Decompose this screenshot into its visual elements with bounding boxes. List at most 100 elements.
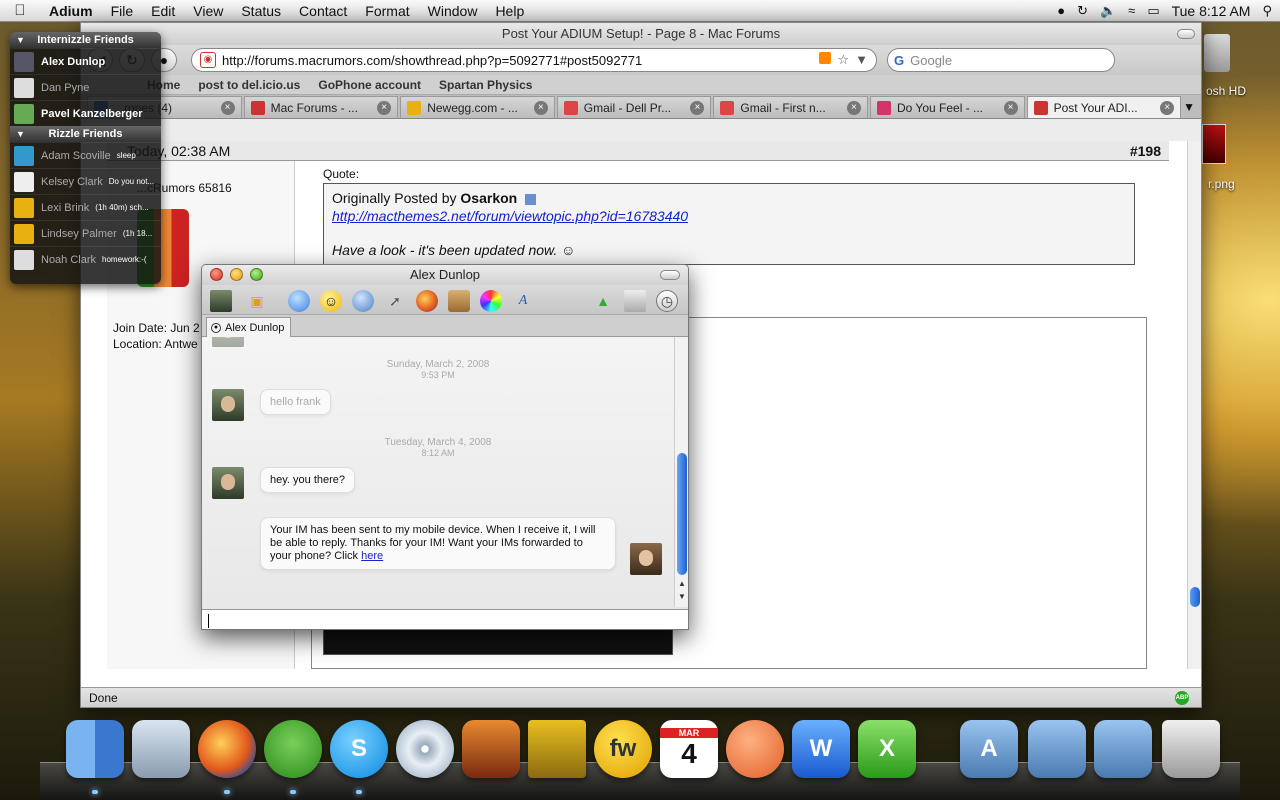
wifi-icon[interactable]: ≈ (1128, 3, 1135, 18)
forklift-icon[interactable] (528, 720, 586, 778)
zoom-button[interactable] (250, 268, 263, 281)
contact-row[interactable]: Lexi Brink (1h 40m) sch... (10, 194, 161, 220)
browser-tab[interactable]: Mac Forums - ... × (243, 96, 399, 118)
tab-close-icon[interactable]: × (846, 100, 861, 115)
menu-edit[interactable]: Edit (142, 3, 184, 19)
send-file-icon[interactable]: ➚ (384, 290, 406, 312)
lock-icon[interactable]: ▣ (246, 290, 268, 312)
downloads-folder-icon[interactable] (1094, 720, 1152, 778)
documents-folder-icon[interactable] (1028, 720, 1086, 778)
menu-clock[interactable]: Tue 8:12 AM (1172, 3, 1251, 19)
emoticon-icon[interactable]: ☺ (320, 290, 342, 312)
post-number[interactable]: #198 (1130, 141, 1161, 161)
volume-icon[interactable]: 🔈 (1100, 3, 1116, 19)
page-scrollbar[interactable] (1187, 141, 1201, 669)
bookmark-delicious[interactable]: post to del.icio.us (198, 78, 300, 92)
finder-icon[interactable] (66, 720, 124, 778)
contact-row[interactable]: Pavel Kanzelberger (10, 100, 161, 126)
firefox-link-icon[interactable] (416, 290, 438, 312)
menu-status[interactable]: Status (232, 3, 290, 19)
menu-view[interactable]: View (184, 3, 232, 19)
scroll-down-arrow-icon[interactable]: ▼ (678, 592, 686, 601)
get-info-icon[interactable] (624, 290, 646, 312)
menu-file[interactable]: File (102, 3, 143, 19)
contact-group-header[interactable]: ▼ Rizzle Friends (10, 126, 161, 142)
history-clock-icon[interactable]: ◷ (656, 290, 678, 312)
block-icon[interactable] (352, 290, 374, 312)
browser-tab[interactable]: Gmail - First n... × (713, 96, 868, 118)
iphoto-icon[interactable] (462, 720, 520, 778)
disclosure-triangle-icon[interactable]: ▼ (16, 126, 25, 142)
tab-close-icon[interactable]: × (220, 100, 235, 115)
color-picker-icon[interactable] (480, 290, 502, 312)
upload-icon[interactable]: ▲ (592, 290, 614, 312)
adblock-icon[interactable]: ABP (1175, 691, 1189, 705)
tab-close-icon[interactable]: × (1160, 100, 1175, 115)
chat-scroll-thumb[interactable] (677, 453, 687, 575)
google-icon[interactable]: G (894, 53, 904, 68)
excel-icon[interactable]: X (858, 720, 916, 778)
itunes-icon[interactable] (396, 720, 454, 778)
contact-photo-icon[interactable] (210, 290, 232, 312)
hard-drive-icon[interactable] (1204, 34, 1230, 72)
word-icon[interactable]: W (792, 720, 850, 778)
skype-icon[interactable]: S (330, 720, 388, 778)
chat-transcript[interactable]: Sunday, March 2, 2008 9:53 PM hello fran… (202, 337, 674, 607)
apple-icon[interactable]:  (0, 2, 40, 19)
contact-row[interactable]: Kelsey Clark Do you not... (10, 168, 161, 194)
url-dropdown-icon[interactable]: ▼ (855, 52, 868, 68)
quote-link[interactable]: http://macthemes2.net/forum/viewtopic.ph… (332, 208, 1126, 224)
disclosure-triangle-icon[interactable]: ▼ (16, 32, 25, 48)
contact-group-header[interactable]: ▼ Internizzle Friends (10, 32, 161, 48)
contact-row[interactable]: Adam Scoville sleep (10, 142, 161, 168)
image-file-icon[interactable] (1202, 124, 1226, 164)
contact-row[interactable]: Lindsey Palmer (1h 18... (10, 220, 161, 246)
fireworks-icon[interactable]: fw (594, 720, 652, 778)
browser-tab[interactable]: Post Your ADI... × (1026, 96, 1182, 118)
message-icon[interactable] (288, 290, 310, 312)
piggy-bank-icon[interactable] (726, 720, 784, 778)
firefox-icon[interactable] (198, 720, 256, 778)
toolbar-toggle-button[interactable] (1177, 29, 1195, 39)
battery-icon[interactable]: ▭ (1147, 3, 1159, 19)
menu-help[interactable]: Help (486, 3, 533, 19)
search-bar[interactable]: G Google (887, 48, 1115, 72)
address-book-icon[interactable] (448, 290, 470, 312)
close-button[interactable] (210, 268, 223, 281)
browser-tab[interactable]: Do You Feel - ... × (869, 96, 1025, 118)
chat-tab-alex-dunlop[interactable]: ● Alex Dunlop (206, 317, 292, 337)
tab-close-icon[interactable]: × (533, 100, 548, 115)
contact-row[interactable]: Dan Pyne (10, 74, 161, 100)
trash-icon[interactable] (1162, 720, 1220, 778)
adium-icon[interactable] (264, 720, 322, 778)
auto-reply-link[interactable]: here (361, 550, 383, 562)
rss-icon[interactable] (819, 52, 832, 64)
adium-duck-icon[interactable]: ● (1057, 3, 1065, 18)
menu-window[interactable]: Window (419, 3, 487, 19)
chat-title-bar[interactable]: Alex Dunlop (202, 265, 688, 285)
ical-icon[interactable]: MAR 4 (660, 720, 718, 778)
tab-close-icon[interactable]: × (1003, 100, 1018, 115)
contact-row[interactable]: Alex Dunlop (10, 48, 161, 74)
applications-folder-icon[interactable]: A (960, 720, 1018, 778)
tab-close-icon[interactable]: × (377, 100, 392, 115)
tab-overflow-icon[interactable]: ▼ (1183, 100, 1195, 114)
window-title-bar[interactable]: Post Your ADIUM Setup! - Page 8 - Mac Fo… (81, 23, 1201, 45)
chat-scrollbar[interactable]: ▲ ▼ (674, 337, 688, 607)
menu-format[interactable]: Format (356, 3, 418, 19)
menu-adium[interactable]: Adium (40, 3, 102, 19)
chat-toolbar-toggle-button[interactable] (660, 270, 680, 280)
url-bar[interactable]: ◉ http://forums.macrumors.com/showthread… (191, 48, 877, 72)
tab-close-icon[interactable]: × (690, 100, 705, 115)
minimize-button[interactable] (230, 268, 243, 281)
view-post-icon[interactable] (525, 193, 537, 205)
menu-contact[interactable]: Contact (290, 3, 356, 19)
font-icon[interactable]: A (512, 290, 534, 312)
mail-icon[interactable] (132, 720, 190, 778)
bookmark-gophone[interactable]: GoPhone account (318, 78, 421, 92)
message-input[interactable] (202, 609, 688, 629)
bookmark-star-icon[interactable]: ☆ (837, 52, 849, 68)
bookmark-spartan-physics[interactable]: Spartan Physics (439, 78, 532, 92)
spotlight-icon[interactable]: ⚲ (1262, 3, 1272, 19)
contact-row[interactable]: Noah Clark homework:-( (10, 246, 161, 272)
